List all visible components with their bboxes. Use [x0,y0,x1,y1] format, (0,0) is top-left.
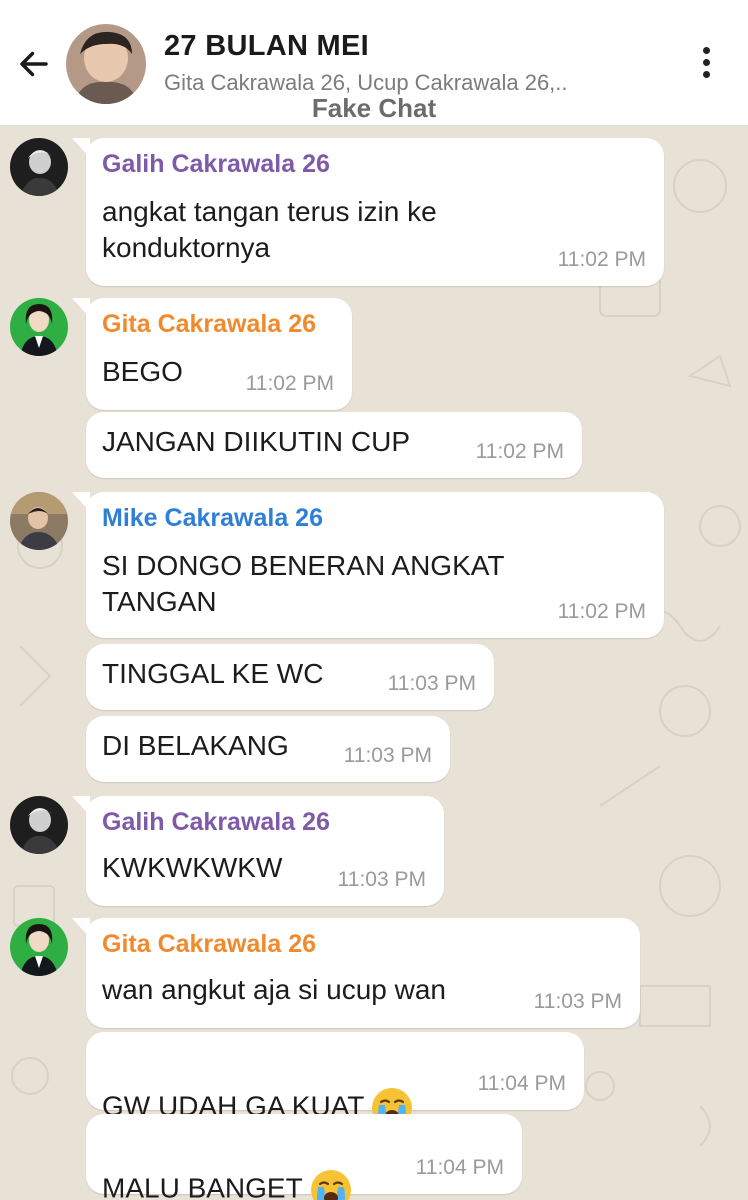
group-title[interactable]: 27 BULAN MEI [164,30,369,63]
message-bubble[interactable]: DI BELAKANG 11:03 PM [86,716,450,782]
more-options-button[interactable] [688,40,724,84]
message-text: wan angkut aja si ucup wan [102,974,446,1005]
message-text: DI BELAKANG [102,730,289,761]
message-bubble[interactable]: Mike Cakrawala 26 SI DONGO BENERAN ANGKA… [72,492,664,638]
message-time: 11:03 PM [387,672,476,695]
arrow-left-icon [20,51,48,77]
watermark: Fake Chat [311,93,437,123]
message-text: JANGAN DIIKUTIN CUP [102,426,411,457]
message-time: 11:03 PM [343,744,432,767]
message-time: 11:03 PM [337,868,426,891]
sender-name[interactable]: Gita Cakrawala 26 [102,310,316,339]
chat-area[interactable]: Galih Cakrawala 26 angkat tangan terus i… [0,126,748,1200]
back-button[interactable] [14,44,54,84]
chat-header: 27 BULAN MEI Gita Cakrawala 26, Ucup Cak… [0,0,748,126]
avatar-galih[interactable] [10,796,68,854]
message-time: 11:02 PM [245,372,334,395]
message-text: TINGGAL KE WC [102,658,324,689]
sender-name[interactable]: Galih Cakrawala 26 [102,808,330,837]
message-bubble[interactable]: Gita Cakrawala 26 wan angkut aja si ucup… [72,918,640,1028]
message-text: SI DONGO BENERAN ANGKAT TANGAN [102,550,505,617]
message-text: BEGO [102,356,183,387]
avatar-mike[interactable] [10,492,68,550]
avatar-gita[interactable] [10,918,68,976]
message-text: MALU BANGET [102,1132,353,1200]
avatar-gita[interactable] [10,298,68,356]
message-bubble[interactable]: JANGAN DIIKUTIN CUP 11:02 PM [86,412,582,478]
message-text: KWKWKWKW [102,852,283,883]
message-bubble[interactable]: Galih Cakrawala 26 angkat tangan terus i… [72,138,664,286]
message-bubble[interactable]: TINGGAL KE WC 11:03 PM [86,644,494,710]
message-time: 11:02 PM [557,600,646,623]
message-time: 11:04 PM [415,1156,504,1179]
message-bubble[interactable]: GW UDAH GA KUAT 11:04 PM [86,1032,584,1128]
message-time: 11:03 PM [533,990,622,1013]
message-bubble[interactable]: Galih Cakrawala 26 KWKWKWKW 11:03 PM [72,796,444,906]
more-vertical-icon [702,46,710,54]
loudly-crying-face-icon [310,1170,351,1200]
avatar-galih[interactable] [10,138,68,196]
sender-name[interactable]: Mike Cakrawala 26 [102,504,323,533]
sender-name[interactable]: Galih Cakrawala 26 [102,150,330,179]
message-time: 11:04 PM [477,1072,566,1095]
message-time: 11:02 PM [475,440,564,463]
message-bubble[interactable]: Gita Cakrawala 26 BEGO 11:02 PM [72,298,352,410]
message-text: angkat tangan terus izin ke konduktornya [102,196,437,263]
message-bubble[interactable]: MALU BANGET 11:04 PM [86,1114,522,1200]
message-time: 11:02 PM [557,248,646,271]
sender-name[interactable]: Gita Cakrawala 26 [102,930,316,959]
group-avatar[interactable] [66,24,146,104]
